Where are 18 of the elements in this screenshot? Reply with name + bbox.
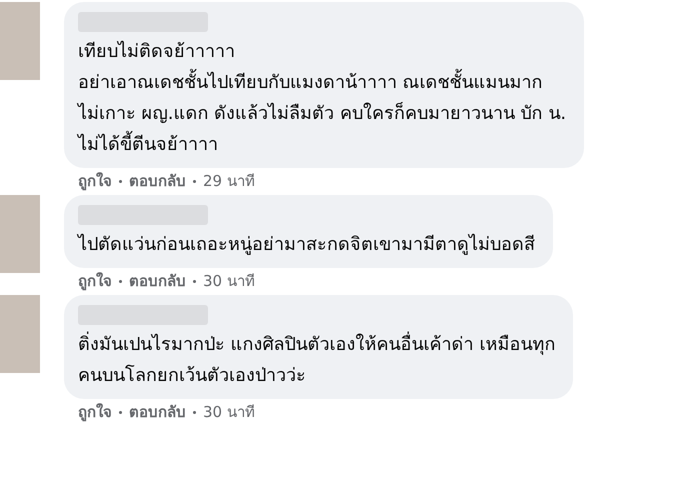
- comment-text: ติ่งมันเปนไรมากป่ะ แกงศิลปินตัวเองให้คนอื่นเค้าด่า เหมือนทุก คนบนโลกยกเว้นตัวเองป่าวว่ะ: [78, 329, 556, 391]
- separator-dot: [119, 280, 122, 282]
- comment-time: 30 นาที: [203, 402, 255, 422]
- comment-time: 30 นาที: [203, 271, 255, 291]
- reply-link[interactable]: ตอบกลับ: [129, 271, 186, 291]
- separator-dot: [119, 180, 122, 182]
- separator-dot: [193, 410, 196, 414]
- separator-dot: [193, 280, 196, 282]
- separator-dot: [193, 180, 196, 182]
- comment-text: เทียบไม่ติดจย้าาาาา อย่าเอาณเดชชั้นไปเทียบกับแมงดาน้าาาา ณเดชชั้นแมนมาก ไม่เกาะ ผญ.แดก ดังแล้วไม่ลืมตัว คบใครก็คบมายาวนาน บัก น. ไม่ได้ขี้ตีนจย้าาาา: [78, 40, 566, 157]
- like-link[interactable]: ถูกใจ: [78, 171, 112, 191]
- comment-text: ไปตัดแว่นก่อนเถอะหนู่อย่ามาสะกดจิตเขามามีตาดูไม่บอดสี: [78, 232, 535, 257]
- reply-link[interactable]: ตอบกลับ: [129, 402, 186, 422]
- like-link[interactable]: ถูกใจ: [78, 271, 112, 291]
- comment-time: 29 นาที: [203, 171, 255, 191]
- reply-link[interactable]: ตอบกลับ: [129, 171, 186, 191]
- like-link[interactable]: ถูกใจ: [78, 402, 112, 422]
- separator-dot: [119, 410, 122, 414]
